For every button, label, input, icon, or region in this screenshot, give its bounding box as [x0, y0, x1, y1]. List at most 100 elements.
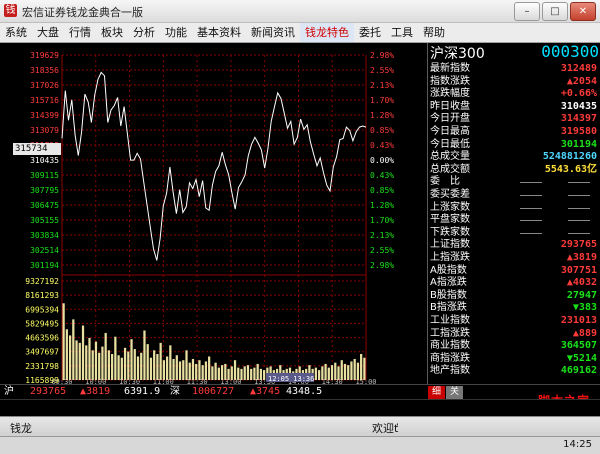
volume-bar: [237, 367, 240, 380]
panel-row-dash: [520, 207, 542, 209]
lower-left-label: 钱龙: [10, 422, 32, 435]
price-tick-label: 303834: [30, 231, 59, 240]
minimize-button[interactable]: –: [514, 2, 540, 21]
volume-bar: [211, 366, 214, 380]
panel-row-label: 工指涨跌: [430, 327, 470, 339]
volume-bar: [78, 342, 81, 380]
panel-row-value: +0.66%: [560, 88, 597, 100]
sh-amount: 6391.9: [124, 386, 161, 397]
panel-row-label: 最新指数: [430, 63, 470, 74]
menu-features[interactable]: 钱龙特色: [300, 23, 354, 42]
sz-value: 1006727: [192, 386, 235, 397]
intraday-chart[interactable]: 319629 2.98% 318356 2.55% 317026 2.13% 315716 1…: [0, 43, 427, 386]
panel-row-label: 商指涨跌: [430, 352, 470, 364]
close-button[interactable]: ✕: [570, 2, 596, 21]
volume-bar: [217, 367, 220, 380]
pct-tick-label: 0.85%: [370, 126, 394, 135]
panel-row-value: 293765: [560, 239, 597, 251]
panel-row-label: 委 比: [430, 176, 460, 188]
panel-row-value: 312489: [560, 63, 597, 74]
menu-help[interactable]: 帮助: [418, 23, 450, 42]
volume-bar: [347, 365, 350, 380]
tab-close[interactable]: 关: [446, 386, 464, 399]
volume-bar: [175, 355, 178, 380]
pct-tick-label: 1.70%: [370, 96, 394, 105]
price-tick-label: 317026: [30, 81, 59, 90]
volume-bar: [191, 358, 195, 380]
panel-row-value: 5543.63亿: [544, 163, 597, 175]
menu-functions[interactable]: 功能: [160, 23, 192, 42]
volume-bar: [178, 361, 182, 380]
panel-row-label: 涨跌幅度: [430, 88, 470, 100]
menu-news[interactable]: 新闻资讯: [246, 23, 300, 42]
volume-bar: [227, 368, 230, 380]
volume-bar: [146, 344, 149, 380]
volume-bar: [111, 354, 114, 380]
volume-bar: [165, 356, 169, 380]
panel-row: 今日最高 319580: [428, 126, 600, 138]
panel-row: 今日最低 301194: [428, 139, 600, 151]
panel-row-label: 指数涨跌: [430, 75, 470, 87]
price-tick-label: 314399: [30, 111, 59, 120]
menu-market[interactable]: 大盘: [32, 23, 64, 42]
price-tick-label: 318356: [30, 66, 59, 75]
panel-row: 工业指数 231013: [428, 315, 600, 327]
volume-bar: [321, 366, 324, 380]
volume-bar: [143, 330, 146, 380]
panel-header: 沪深300 000300: [428, 42, 600, 62]
volume-bar: [75, 340, 78, 380]
volume-bar: [156, 354, 159, 380]
volume-bar: [72, 319, 75, 380]
volume-bar: [162, 360, 165, 380]
panel-row-value: 524881260: [542, 151, 597, 163]
panel-row-label: 今日最低: [430, 138, 470, 150]
menu-tools[interactable]: 工具: [386, 23, 418, 42]
index-code: 000300: [541, 42, 599, 61]
panel-row-value: ▲2054: [566, 75, 597, 87]
volume-bar: [204, 361, 208, 380]
menu-system[interactable]: 系统: [0, 23, 32, 42]
menu-quotes[interactable]: 行情: [64, 23, 96, 42]
panel-row: 上涨家数: [428, 202, 600, 214]
cursor-time-label: 12:05 13:36: [268, 375, 314, 383]
volume-bar: [259, 368, 263, 380]
panel-row: 委买委差: [428, 189, 600, 201]
volume-bar: [337, 366, 340, 380]
sh-change: ▲3819: [80, 386, 111, 397]
panel-row-label: 昨日收盘: [430, 100, 470, 112]
volume-bar: [65, 329, 68, 380]
panel-row-label: A股指数: [430, 264, 467, 276]
volume-bar: [334, 362, 337, 380]
panel-row: 下跌家数: [428, 227, 600, 239]
volume-bar: [117, 355, 120, 380]
panel-row-value: ▲4032: [566, 277, 597, 289]
menu-sectors[interactable]: 板块: [96, 23, 128, 42]
panel-row-label: 下跌家数: [430, 226, 470, 238]
volume-bar: [230, 366, 233, 380]
volume-bar: [340, 360, 343, 380]
volume-bar: [360, 354, 363, 380]
panel-row-label: A指涨跌: [430, 277, 467, 289]
volume-bar: [104, 332, 107, 380]
tab-detail[interactable]: 细: [428, 386, 446, 399]
menu-analysis[interactable]: 分析: [128, 23, 160, 42]
volume-bar: [350, 361, 353, 380]
sz-change: ▲3745: [250, 386, 281, 397]
volume-bar: [169, 345, 172, 380]
menu-basic-info[interactable]: 基本资料: [192, 23, 246, 42]
panel-row-label: 工业指数: [430, 315, 470, 326]
pct-tick-label: 2.55%: [370, 246, 394, 255]
panel-row-label: 今日开盘: [430, 113, 470, 125]
menu-orders[interactable]: 委托: [354, 23, 386, 42]
panel-row-label: 上证指数: [430, 239, 470, 251]
volume-bar: [68, 335, 72, 380]
panel-row-dash: [568, 207, 590, 209]
volume-bar: [107, 350, 111, 380]
volume-bar: [120, 357, 123, 380]
panel-row-label: 商业指数: [430, 340, 470, 352]
volume-bar: [159, 342, 162, 380]
maximize-button[interactable]: □: [542, 2, 568, 21]
panel-row: 总成交量 524881260: [428, 151, 600, 163]
volume-bar: [343, 363, 347, 380]
sz-amount: 4348.5: [286, 386, 323, 397]
